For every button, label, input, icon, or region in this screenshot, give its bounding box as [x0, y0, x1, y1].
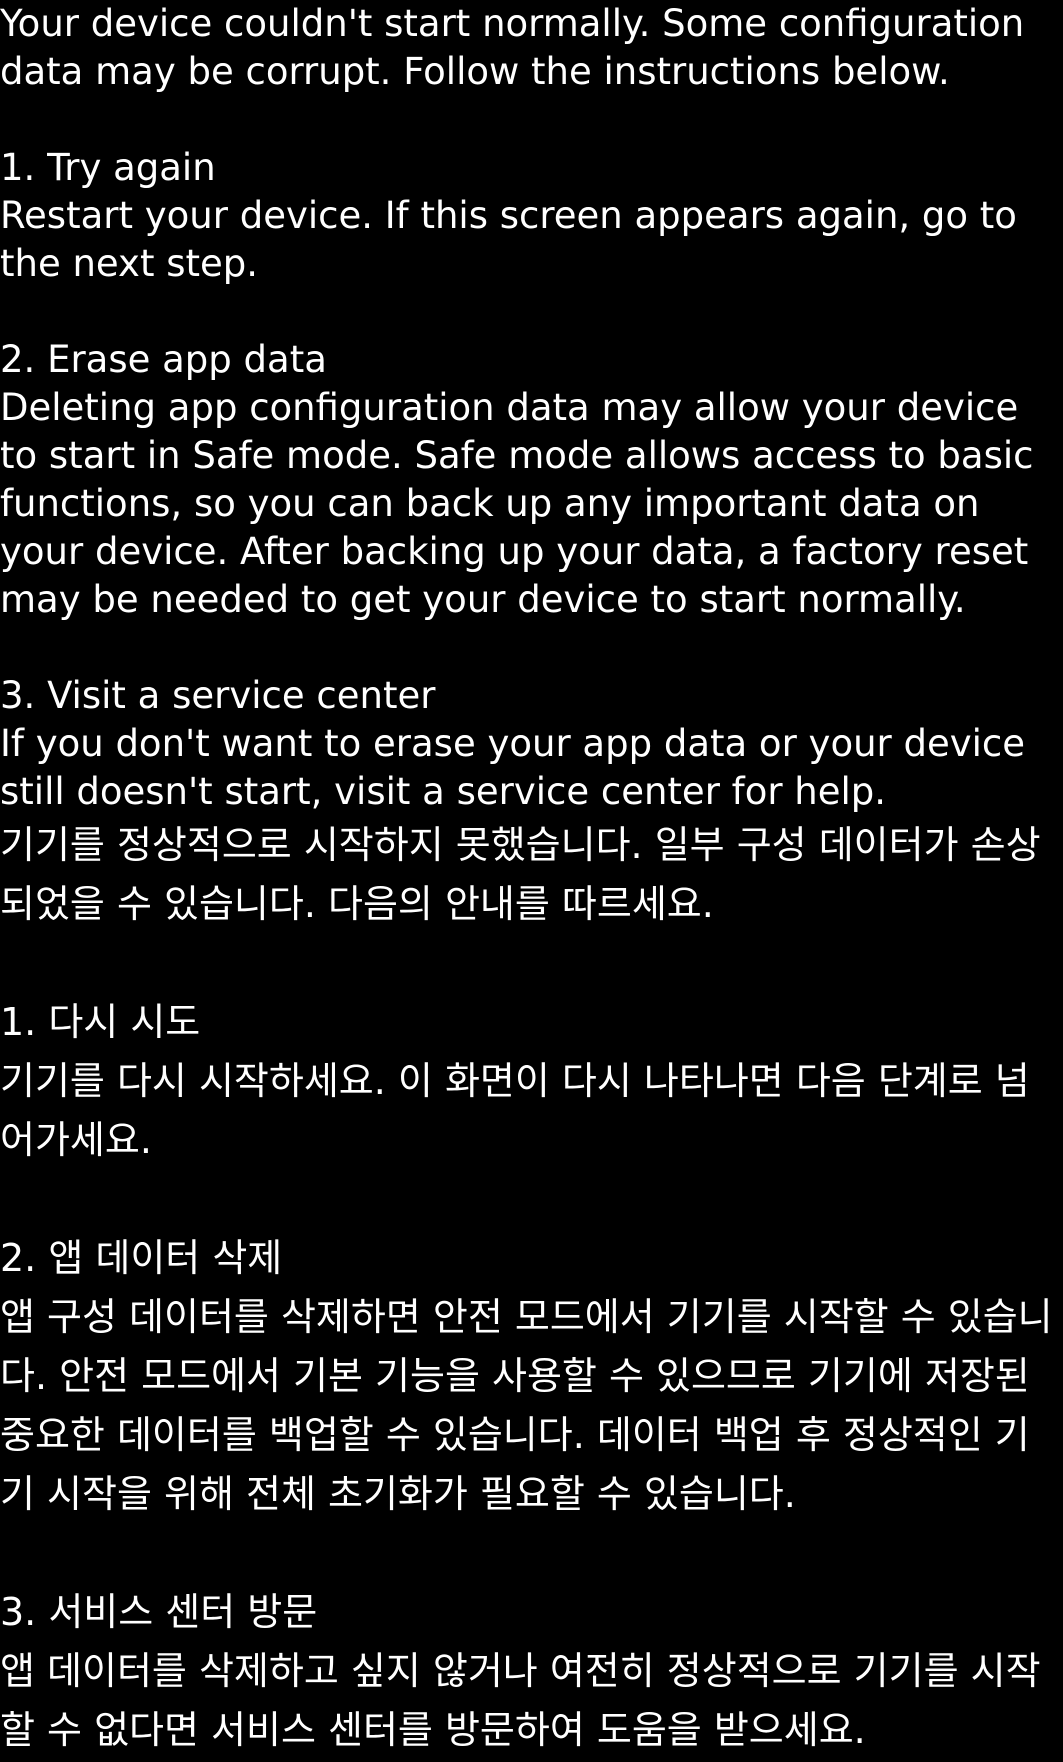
- korean-step-1-body: 기기를 다시 시작하세요. 이 화면이 다시 나타나면 다음 단계로 넘어가세요…: [0, 1059, 1030, 1162]
- english-step-3-body: If you don't want to erase your app data…: [0, 722, 1026, 813]
- korean-intro: 기기를 정상적으로 시작하지 못했습니다. 일부 구성 데이터가 손상되었을 수…: [0, 823, 1041, 926]
- english-step-2-body: Deleting app configuration data may allo…: [0, 386, 1034, 621]
- recovery-screen: Your device couldn't start normally. Som…: [0, 0, 1063, 1762]
- korean-step-2-title: 2. 앱 데이터 삭제: [0, 1236, 283, 1280]
- english-step-2-title: 2. Erase app data: [0, 338, 327, 381]
- english-step-1-title: 1. Try again: [0, 146, 216, 189]
- english-intro: Your device couldn't start normally. Som…: [0, 2, 1025, 93]
- korean-step-2-body: 앱 구성 데이터를 삭제하면 안전 모드에서 기기를 시작할 수 있습니다. 안…: [0, 1295, 1053, 1516]
- korean-step-3-body: 앱 데이터를 삭제하고 싶지 않거나 여전히 정상적으로 기기를 시작할 수 없…: [0, 1649, 1041, 1752]
- korean-step-3-title: 3. 서비스 센터 방문: [0, 1590, 318, 1634]
- english-step-1-body: Restart your device. If this screen appe…: [0, 194, 1017, 285]
- english-instructions: Your device couldn't start normally. Som…: [0, 0, 1063, 816]
- english-step-3-title: 3. Visit a service center: [0, 674, 436, 717]
- korean-step-1-title: 1. 다시 시도: [0, 1000, 201, 1044]
- korean-instructions: 기기를 정상적으로 시작하지 못했습니다. 일부 구성 데이터가 손상되었을 수…: [0, 816, 1063, 1760]
